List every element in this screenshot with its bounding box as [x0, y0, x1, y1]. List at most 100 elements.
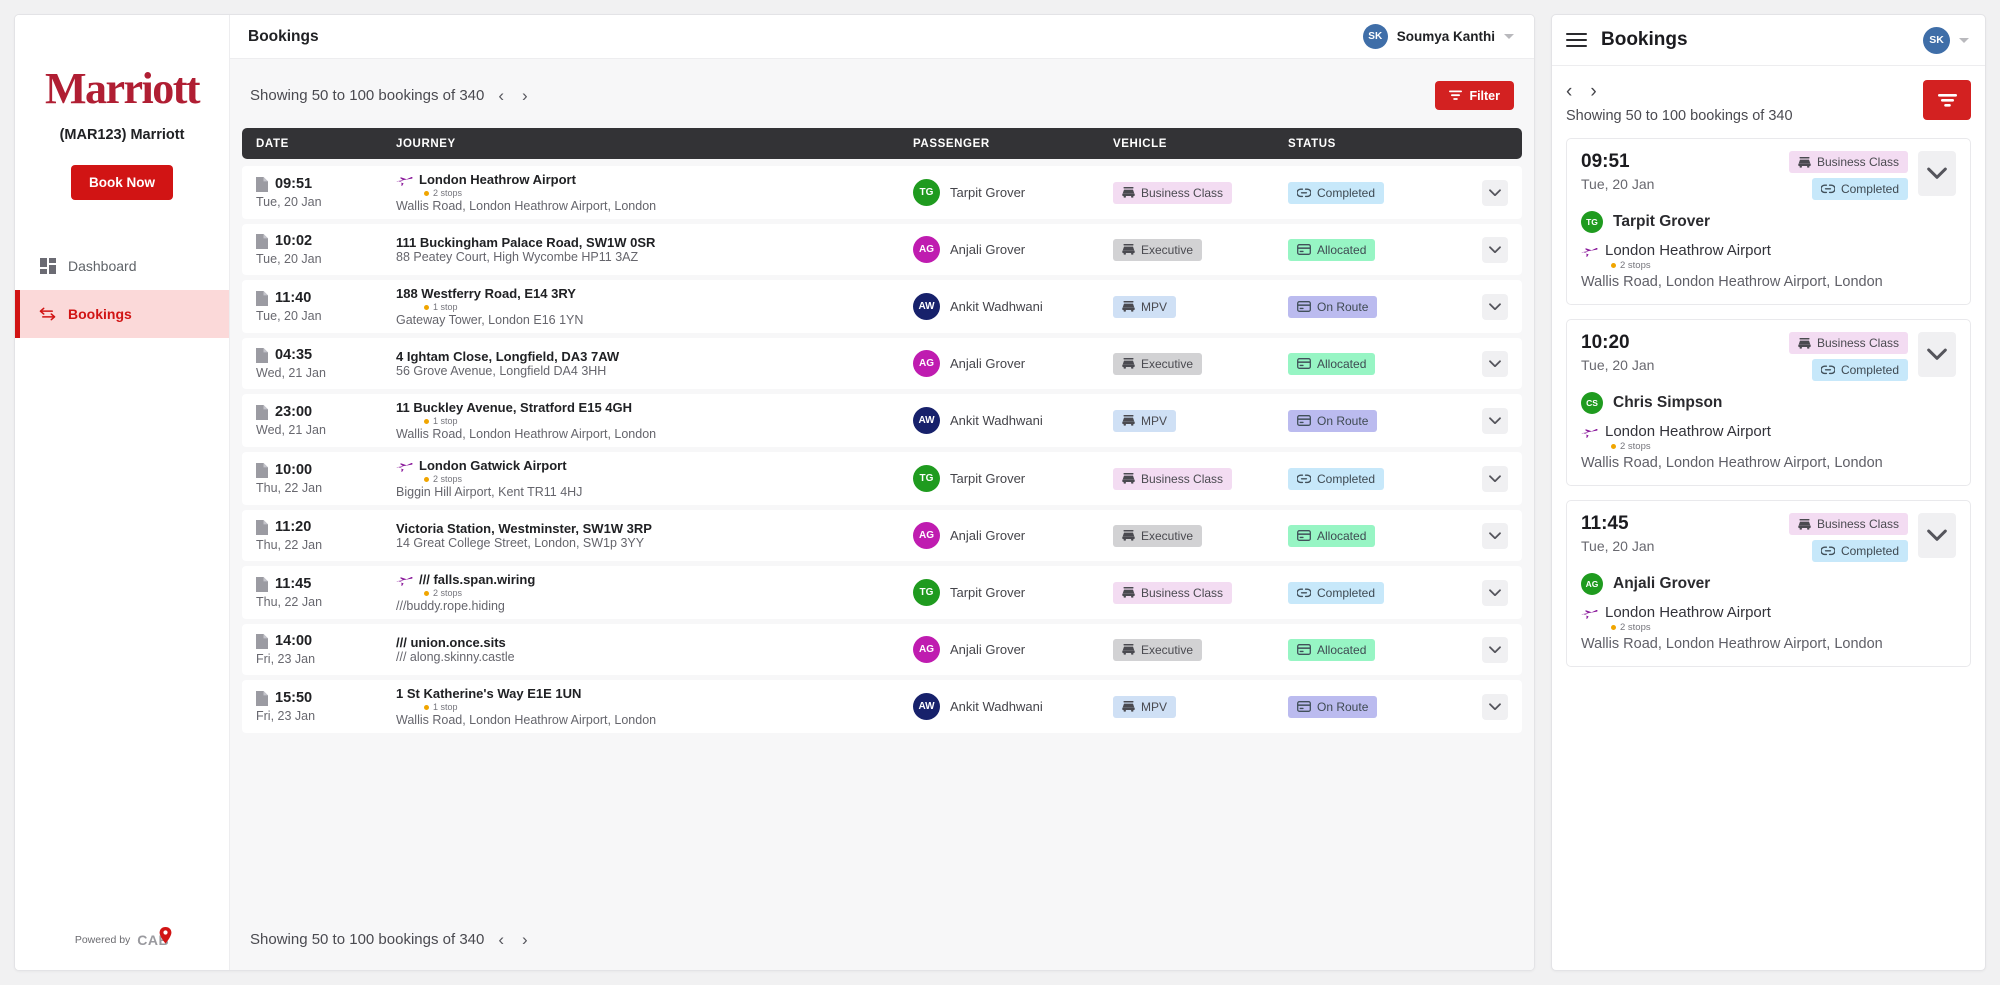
- mobile-booking-card[interactable]: 11:45 Tue, 20 Jan Business Class Completed A…: [1566, 500, 1971, 667]
- table-row[interactable]: 10:02 Tue, 20 Jan 111 Buckingham Palace Ro…: [242, 224, 1522, 275]
- expand-row-button[interactable]: [1482, 579, 1508, 606]
- chevron-down-icon[interactable]: [1504, 34, 1514, 39]
- car-icon: [1798, 337, 1811, 349]
- cell-journey: 188 Westferry Road, E14 3RY 1 stop Gateway…: [396, 286, 913, 327]
- cell-date: 23:00 Wed, 21 Jan: [256, 404, 396, 437]
- sidebar-item-dashboard[interactable]: Dashboard: [15, 242, 229, 290]
- status-badge-label: Completed: [1840, 544, 1899, 558]
- journey-dropoff-label: /// along.skinny.castle: [396, 650, 515, 664]
- cell-passenger: TG Tarpit Grover: [913, 179, 1113, 206]
- booking-date-label: Thu, 22 Jan: [256, 595, 323, 609]
- mobile-pagination-prev-button[interactable]: ‹: [1566, 82, 1572, 101]
- hamburger-menu-icon[interactable]: [1566, 32, 1587, 48]
- table-row[interactable]: 11:45 Thu, 22 Jan /// falls.span.wiring 2 s…: [242, 566, 1522, 619]
- expand-row-button[interactable]: [1482, 465, 1508, 492]
- table-row[interactable]: 10:00 Thu, 22 Jan London Gatwick Airport 2 …: [242, 452, 1522, 505]
- avatar: AG: [913, 522, 940, 549]
- card-icon: [1297, 701, 1311, 712]
- passenger-name: Tarpit Grover: [1613, 213, 1711, 230]
- user-name: Soumya Kanthi: [1396, 29, 1495, 44]
- mobile-card-badges: Business Class Completed: [1788, 513, 1908, 562]
- table-row[interactable]: 11:40 Tue, 20 Jan 188 Westferry Road, E14 …: [242, 280, 1522, 333]
- avatar: AG: [913, 350, 940, 377]
- expand-row-button[interactable]: [1482, 407, 1508, 434]
- table-row[interactable]: 11:20 Thu, 22 Jan Victoria Station, Westmi…: [242, 510, 1522, 561]
- document-icon: [256, 519, 268, 535]
- car-icon: [1122, 301, 1135, 312]
- table-row[interactable]: 15:50 Fri, 23 Jan 1 St Katherine's Way E1E…: [242, 680, 1522, 733]
- stops-label: 2 stops: [433, 474, 463, 484]
- journey-pickup-label: London Gatwick Airport: [419, 458, 567, 473]
- passenger-name: Anjali Grover: [950, 242, 1026, 257]
- booking-time: 23:00: [256, 404, 396, 420]
- status-badge: On Route: [1288, 409, 1378, 432]
- expand-row-button[interactable]: [1482, 293, 1508, 320]
- booking-time: 11:20: [256, 519, 396, 535]
- powered-by: Powered by CAB: [15, 927, 229, 970]
- table-row[interactable]: 09:51 Tue, 20 Jan London Heathrow Airport 2…: [242, 166, 1522, 219]
- expand-card-button[interactable]: [1918, 332, 1956, 377]
- cell-expand: [1468, 236, 1508, 263]
- app-root: Marriott (MAR123) Marriott Book Now Dash…: [0, 0, 2000, 985]
- column-header-journey: JOURNEY: [396, 137, 456, 150]
- cell-passenger: TG Tarpit Grover: [913, 465, 1113, 492]
- journey-pickup-label: London Heathrow Airport: [1605, 242, 1771, 259]
- expand-row-button[interactable]: [1482, 693, 1508, 720]
- filter-button[interactable]: Filter: [1435, 81, 1514, 110]
- brand-block: Marriott (MAR123) Marriott Book Now: [15, 15, 229, 200]
- stop-dot-icon: [424, 190, 429, 196]
- document-icon: [256, 576, 268, 592]
- vehicle-badge: MPV: [1113, 409, 1177, 432]
- avatar: SK: [1923, 26, 1950, 54]
- expand-card-button[interactable]: [1918, 151, 1956, 196]
- passenger-name: Ankit Wadhwani: [950, 413, 1043, 428]
- table-row[interactable]: 14:00 Fri, 23 Jan /// union.once.sits/// a…: [242, 624, 1522, 675]
- mobile-booking-card[interactable]: 10:20 Tue, 20 Jan Business Class Completed C…: [1566, 319, 1971, 486]
- car-icon: [1122, 358, 1135, 369]
- expand-row-button[interactable]: [1482, 179, 1508, 206]
- stops-indicator: 1 stop: [424, 702, 913, 712]
- chevron-down-icon[interactable]: [1959, 37, 1969, 43]
- avatar: TG: [913, 465, 940, 492]
- cell-vehicle: Executive: [1113, 352, 1288, 375]
- cell-date: 11:20 Thu, 22 Jan: [256, 519, 396, 552]
- avatar: CS: [1581, 392, 1603, 414]
- mobile-filter-button[interactable]: [1923, 80, 1971, 120]
- booking-date-label: Wed, 21 Jan: [256, 366, 326, 380]
- expand-row-button[interactable]: [1482, 350, 1508, 377]
- mobile-pagination-next-button[interactable]: ›: [1590, 82, 1596, 101]
- passenger-name: Tarpit Grover: [950, 471, 1026, 486]
- booking-time-label: 10:02: [275, 233, 313, 249]
- pagination-prev-button[interactable]: ‹: [494, 931, 508, 948]
- pagination-next-button[interactable]: ›: [518, 931, 532, 948]
- status-badge-label: Completed: [1317, 471, 1376, 486]
- pagination-top: Showing 50 to 100 bookings of 340 ‹ ›: [250, 87, 532, 104]
- journey-pickup-label: 1 St Katherine's Way E1E 1UN: [396, 686, 582, 701]
- expand-card-button[interactable]: [1918, 513, 1956, 558]
- avatar: TG: [913, 179, 940, 206]
- vehicle-badge-label: Executive: [1141, 356, 1194, 371]
- expand-row-button[interactable]: [1482, 236, 1508, 263]
- vehicle-badge-label: Executive: [1141, 242, 1194, 257]
- book-now-button[interactable]: Book Now: [71, 165, 173, 200]
- user-menu[interactable]: SK Soumya Kanthi: [1362, 24, 1514, 49]
- table-row[interactable]: 23:00 Wed, 21 Jan 11 Buckley Avenue, Strat…: [242, 394, 1522, 447]
- expand-row-button[interactable]: [1482, 636, 1508, 663]
- journey-dropoff-label: Wallis Road, London Heathrow Airport, Lo…: [396, 713, 657, 727]
- mobile-booking-card[interactable]: 09:51 Tue, 20 Jan Business Class Completed T…: [1566, 138, 1971, 305]
- cell-date: 11:40 Tue, 20 Jan: [256, 290, 396, 323]
- cell-journey: 1 St Katherine's Way E1E 1UN 1 stop Wallis…: [396, 686, 913, 727]
- chevron-down-icon: [1489, 246, 1501, 253]
- expand-row-button[interactable]: [1482, 522, 1508, 549]
- sidebar-item-bookings[interactable]: Bookings: [15, 290, 229, 338]
- vehicle-badge: MPV: [1113, 295, 1177, 318]
- pagination-prev-button[interactable]: ‹: [494, 87, 508, 104]
- booking-time: 14:00: [256, 633, 396, 649]
- table-row[interactable]: 04:35 Wed, 21 Jan 4 Ightam Close, Longfiel…: [242, 338, 1522, 389]
- mobile-user-menu[interactable]: SK: [1923, 26, 1969, 54]
- pagination-next-button[interactable]: ›: [518, 87, 532, 104]
- dashboard-icon: [39, 258, 56, 275]
- avatar: TG: [913, 579, 940, 606]
- status-badge: Allocated: [1288, 638, 1376, 661]
- mobile-top-bar: Bookings SK: [1552, 15, 1985, 66]
